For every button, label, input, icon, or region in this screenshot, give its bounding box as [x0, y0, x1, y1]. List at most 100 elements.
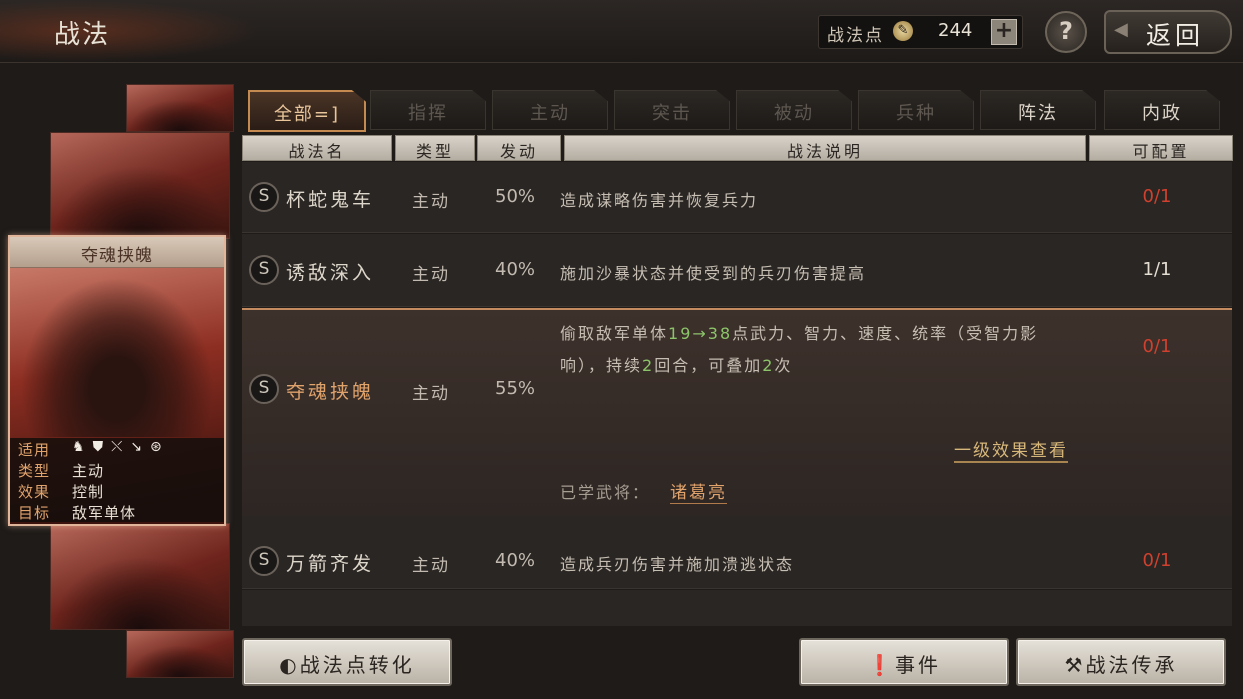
help-button[interactable]: ? — [1045, 11, 1087, 53]
button-text: 战法点转化 — [299, 653, 415, 677]
column-label: 可配置 — [1132, 142, 1190, 161]
skill-config-count: 0/1 — [1142, 550, 1172, 571]
hammer-icon: ⚒ — [1064, 653, 1086, 677]
info-key: 适用 — [18, 441, 51, 459]
skill-trigger-rate: 40% — [495, 550, 536, 571]
skill-name: 诱敌深入 — [286, 262, 375, 284]
tab-label: 全部=] — [273, 104, 341, 125]
card-info-target: 目标 敌军单体 — [10, 501, 224, 522]
tab-label: 兵种 — [896, 103, 936, 124]
desc-text: 次 — [774, 356, 793, 375]
tactic-points-label: 战法点 — [827, 26, 884, 46]
back-arrow-icon: ◀ — [1114, 19, 1128, 40]
tab-active[interactable]: 主动 — [492, 90, 608, 130]
tab-troop-type[interactable]: 兵种 — [858, 90, 974, 130]
desc-text: 偷取敌军单体 — [560, 324, 669, 343]
card-art — [127, 98, 233, 131]
column-label: 战法说明 — [786, 142, 863, 161]
skill-card-prev-1[interactable] — [50, 132, 230, 239]
tactic-points-value: 244 — [938, 20, 973, 41]
page-title: 战法 — [54, 20, 111, 50]
tab-passive[interactable]: 被动 — [736, 90, 852, 130]
tactic-points-display: 战法点 ✎ 244 + — [818, 15, 1023, 49]
grade-badge: S — [249, 546, 279, 576]
info-key: 类型 — [18, 462, 51, 480]
tab-label: 内政 — [1142, 103, 1182, 124]
inherit-tactic-button[interactable]: ⚒战法传承 — [1016, 638, 1226, 686]
skill-row[interactable]: S 诱敌深入 主动 40% 施加沙暴状态并使受到的兵刃伤害提高 1/1 — [242, 234, 1232, 307]
skill-row-partial[interactable] — [242, 590, 1232, 626]
info-value: 敌军单体 — [72, 504, 137, 522]
convert-points-label: ◐战法点转化 — [244, 649, 450, 678]
skill-config-count: 0/1 — [1142, 336, 1172, 357]
grade-badge: S — [249, 182, 279, 212]
level-one-effect-link[interactable]: 一级效果查看 — [954, 436, 1068, 463]
add-points-button[interactable]: + — [991, 19, 1017, 45]
card-info-effect: 效果 控制 — [10, 480, 224, 501]
skill-trigger-rate: 50% — [495, 186, 536, 207]
skill-trigger-rate: 40% — [495, 259, 536, 280]
button-text: 战法传承 — [1085, 653, 1178, 677]
skill-card-next-1[interactable] — [50, 523, 230, 630]
event-button[interactable]: ❗事件 — [799, 638, 1009, 686]
info-value: 控制 — [72, 483, 105, 501]
convert-points-button[interactable]: ◐战法点转化 — [242, 638, 452, 686]
event-label: ❗事件 — [801, 649, 1007, 678]
desc-value-rounds: 2 — [642, 356, 655, 375]
card-art-illustration — [20, 277, 214, 437]
desc-value-max: 38 — [707, 324, 733, 343]
button-text: 事件 — [894, 653, 941, 677]
skill-list[interactable]: S 杯蛇鬼车 主动 50% 造成谋略伤害并恢复兵力 0/1 S 诱敌深入 主动 … — [242, 162, 1232, 626]
skill-type: 主动 — [412, 384, 450, 404]
column-header-trigger[interactable]: 发动 — [477, 135, 561, 161]
skill-description-detail: 偷取敌军单体19→38点武力、智力、速度、统率（受智力影响），持续2回合，可叠加… — [560, 318, 1080, 382]
inherit-label: ⚒战法传承 — [1018, 649, 1224, 678]
skill-description: 造成谋略伤害并恢复兵力 — [560, 191, 759, 210]
column-header-name[interactable]: 战法名 — [242, 135, 392, 161]
skill-row[interactable]: S 万箭齐发 主动 40% 造成兵刃伤害并施加溃逃状态 0/1 — [242, 516, 1232, 589]
title-glow — [0, 0, 260, 62]
unit-type-icons: ♞⛊⤬↘⊛ — [72, 439, 170, 455]
column-header-description: 战法说明 — [564, 135, 1086, 161]
desc-arrow: → — [692, 324, 708, 343]
info-value: 主动 — [72, 462, 105, 480]
column-label: 类型 — [415, 142, 454, 161]
skill-type: 主动 — [412, 192, 450, 212]
skill-card-prev-2[interactable] — [126, 84, 234, 132]
skill-row[interactable]: S 杯蛇鬼车 主动 50% 造成谋略伤害并恢复兵力 0/1 — [242, 162, 1232, 233]
card-title-bar: 夺魂挟魄 — [10, 237, 224, 268]
back-button[interactable]: ◀ 返回 — [1104, 10, 1232, 54]
tab-formation[interactable]: 阵法 — [980, 90, 1096, 130]
wheel-icon: ⊛ — [150, 439, 170, 455]
skill-name: 杯蛇鬼车 — [286, 189, 375, 211]
tab-assault[interactable]: 突击 — [614, 90, 730, 130]
skill-type: 主动 — [412, 556, 450, 576]
skill-type: 主动 — [412, 265, 450, 285]
tab-label: 阵法 — [1018, 103, 1058, 124]
card-art — [51, 555, 229, 629]
spear-icon: ↘ — [130, 439, 150, 455]
tab-label: 主动 — [530, 103, 570, 124]
skill-card-next-2[interactable] — [126, 630, 234, 678]
tab-label: 被动 — [774, 103, 814, 124]
tab-command[interactable]: 指挥 — [370, 90, 486, 130]
card-art — [127, 644, 233, 677]
tab-all[interactable]: 全部=] — [248, 90, 366, 132]
desc-text: 回合，可叠加 — [654, 356, 763, 375]
column-header-config[interactable]: 可配置 — [1089, 135, 1233, 161]
skill-row-expanded[interactable]: S 夺魂挟魄 主动 55% 偷取敌军单体19→38点武力、智力、速度、统率（受智… — [242, 308, 1232, 518]
desc-value-stacks: 2 — [762, 356, 775, 375]
tab-internal-affairs[interactable]: 内政 — [1104, 90, 1220, 130]
skill-config-count: 1/1 — [1142, 259, 1172, 280]
skill-config-count: 0/1 — [1142, 186, 1172, 207]
column-header-type[interactable]: 类型 — [395, 135, 475, 161]
selected-skill-card[interactable]: 夺魂挟魄 适用 ♞⛊⤬↘⊛ 类型 主动 效果 控制 目标 敌军单体 — [8, 235, 226, 526]
skill-name: 万箭齐发 — [286, 553, 375, 575]
grade-badge: S — [249, 255, 279, 285]
skill-description: 造成兵刃伤害并施加溃逃状态 — [560, 555, 795, 574]
skill-description: 施加沙暴状态并使受到的兵刃伤害提高 — [560, 264, 867, 283]
shield-icon: ⛊ — [92, 439, 112, 455]
learned-general-link[interactable]: 诸葛亮 — [670, 478, 727, 504]
tab-label: 突击 — [652, 103, 692, 124]
alert-book-icon: ❗ — [867, 653, 895, 677]
